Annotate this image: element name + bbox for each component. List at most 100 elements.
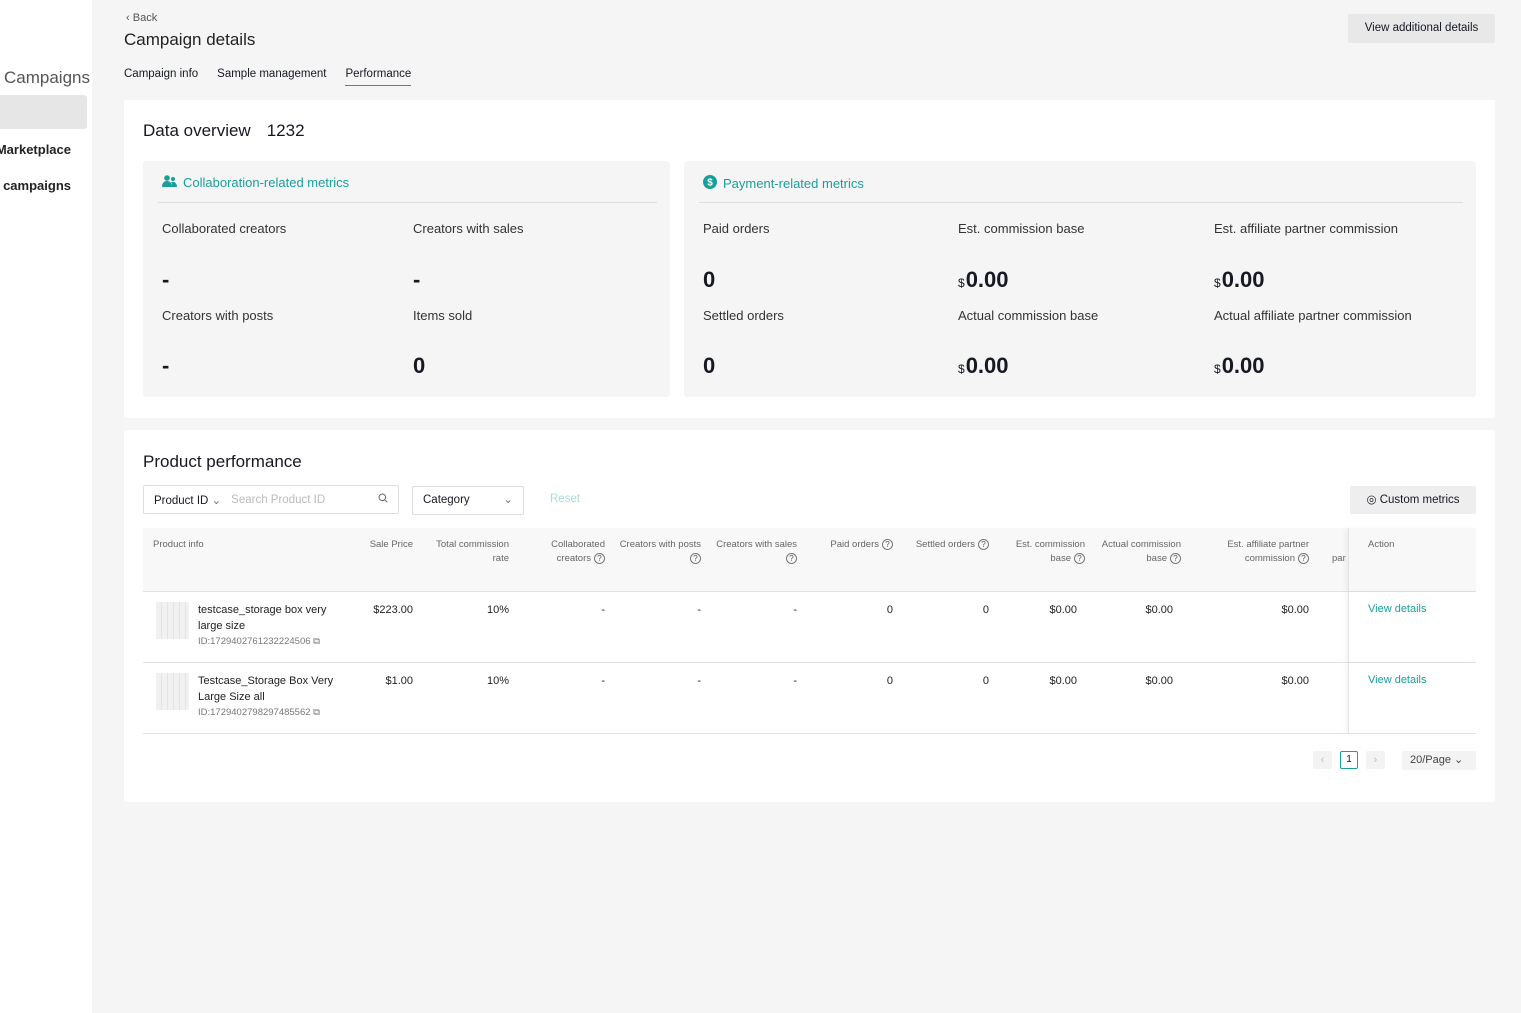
copy-icon[interactable]: ⧉ [313, 707, 320, 718]
metric-value: - [162, 267, 170, 292]
column-header: Actual commission base? [1101, 539, 1181, 564]
table-cell: - [697, 604, 701, 616]
data-overview-card: Data overview 1232 Collaboration-related … [124, 100, 1495, 418]
sidebar-item-active[interactable] [0, 95, 87, 129]
product-performance-title: Product performance [143, 452, 302, 471]
view-details-link[interactable]: View details [1368, 603, 1427, 615]
page-title: Campaign details [124, 30, 256, 49]
data-overview-title: Data overview 1232 [143, 121, 305, 140]
metric-value: $0.00 [958, 267, 1009, 292]
category-select[interactable]: Category ⌄ [412, 486, 524, 515]
help-icon[interactable]: ? [594, 552, 605, 564]
column-header: Est. affiliate partner commission? [1227, 539, 1309, 564]
table-cell: - [601, 604, 605, 616]
sidebar-item-marketplace[interactable]: Marketplace [0, 142, 71, 157]
product-performance-card: Product performance Product ID ⌄ Search … [124, 430, 1495, 802]
product-name[interactable]: Testcase_Storage Box Very Large Size all [198, 673, 338, 705]
metric-value: 0 [703, 353, 716, 378]
column-header: Creators with posts? [619, 539, 701, 564]
metric-label: Est. affiliate partner commission [1214, 221, 1398, 236]
dollar-icon: $ [703, 175, 717, 192]
table-cell: - [601, 675, 605, 687]
table-cell: $0.00 [1281, 604, 1309, 616]
column-header: Paid orders? [803, 538, 893, 552]
custom-metrics-button[interactable]: ◎ Custom metrics [1350, 486, 1476, 514]
column-header: Creators with sales? [716, 539, 797, 564]
metric-value: - [413, 267, 421, 292]
overview-count: 1232 [266, 121, 305, 140]
product-search[interactable]: Product ID ⌄ Search Product ID [143, 485, 399, 514]
sidebar: Campaigns Marketplace Ongoing campaigns [0, 0, 92, 1013]
help-icon[interactable]: ? [690, 552, 701, 564]
metric-value: $0.00 [1214, 267, 1265, 292]
column-header: Product info [153, 539, 204, 550]
prev-page-button[interactable]: ‹ [1313, 751, 1332, 769]
table-cell: - [793, 604, 797, 616]
next-page-button[interactable]: › [1366, 751, 1385, 769]
settings-icon: ◎ [1366, 494, 1377, 506]
table-cell: 10% [486, 675, 509, 687]
metric-label: Creators with sales [413, 221, 524, 236]
table-row: testcase_storage box very large size ID:… [143, 592, 1476, 663]
metric-label: Settled orders [703, 308, 784, 323]
table-cell: 10% [486, 604, 509, 616]
help-icon[interactable]: ? [1074, 552, 1085, 564]
column-header: Est. commission base? [1015, 539, 1085, 564]
table-header: Product info Sale Price Total commission r… [143, 528, 1476, 592]
metric-label: Est. commission base [958, 221, 1085, 236]
table-cell: 0 [982, 604, 989, 616]
collaboration-panel: Collaboration-related metrics Collaborat… [143, 161, 670, 397]
search-type-select[interactable]: Product ID ⌄ [154, 493, 221, 507]
help-icon[interactable]: ? [882, 538, 893, 550]
column-header: par [1332, 553, 1346, 564]
search-input[interactable]: Search Product ID [231, 494, 378, 506]
table-cell: 0 [886, 604, 893, 616]
tab-sample-management[interactable]: Sample management [217, 68, 326, 86]
page-size-select[interactable]: 20/Page ⌄ [1402, 751, 1476, 770]
view-additional-details-button[interactable]: View additional details [1348, 14, 1495, 43]
payment-panel: $ Payment-related metrics Paid orders 0 E… [684, 161, 1476, 397]
sidebar-title: Campaigns [4, 68, 90, 87]
view-details-link[interactable]: View details [1368, 674, 1427, 686]
collab-title: Collaboration-related metrics [183, 175, 350, 190]
product-name[interactable]: testcase_storage box very large size [198, 602, 338, 634]
table-cell: - [697, 675, 701, 687]
metric-label: Creators with posts [162, 308, 274, 323]
table-cell: $0.00 [1145, 675, 1173, 687]
reset-button[interactable]: Reset [550, 493, 580, 505]
metric-value: - [162, 353, 170, 378]
table-cell: $223.00 [373, 604, 413, 616]
pagination: ‹ 1 › [1313, 751, 1385, 769]
tabs: Campaign info Sample management Performa… [124, 68, 412, 86]
chevron-left-icon: ‹ [126, 12, 133, 24]
table-cell: $0.00 [1049, 604, 1077, 616]
sidebar-item-ongoing-campaigns[interactable]: Ongoing campaigns [0, 178, 71, 193]
tab-performance[interactable]: Performance [345, 68, 412, 86]
column-header: Collaborated creators? [551, 539, 605, 564]
help-icon[interactable]: ? [786, 552, 797, 564]
back-link[interactable]: ‹ Back [126, 12, 157, 24]
tab-campaign-info[interactable]: Campaign info [124, 68, 198, 86]
copy-icon[interactable]: ⧉ [313, 636, 320, 647]
chevron-down-icon: ⌄ [1454, 754, 1464, 766]
table-cell: $1.00 [385, 675, 413, 687]
help-icon[interactable]: ? [1298, 552, 1309, 564]
product-id: ID:1729402761232224506 ⧉ [198, 636, 320, 647]
metric-label: Items sold [413, 308, 473, 323]
product-id: ID:1729402798297485562 ⧉ [198, 707, 320, 718]
metric-value: 0 [413, 353, 426, 378]
chevron-down-icon: ⌄ [211, 494, 222, 507]
payment-title: Payment-related metrics [723, 176, 864, 191]
search-icon[interactable] [378, 493, 388, 506]
users-icon [162, 175, 177, 190]
page-1-button[interactable]: 1 [1340, 751, 1358, 769]
help-icon[interactable]: ? [978, 538, 989, 550]
product-table: Product info Sale Price Total commission r… [143, 528, 1476, 734]
svg-text:$: $ [707, 178, 713, 189]
help-icon[interactable]: ? [1170, 552, 1181, 564]
column-header: Total commission rate [436, 539, 509, 564]
table-cell: $0.00 [1281, 675, 1309, 687]
metric-value: $0.00 [1214, 353, 1265, 378]
product-image [156, 602, 189, 639]
metric-label: Actual affiliate partner commission [1214, 308, 1412, 323]
